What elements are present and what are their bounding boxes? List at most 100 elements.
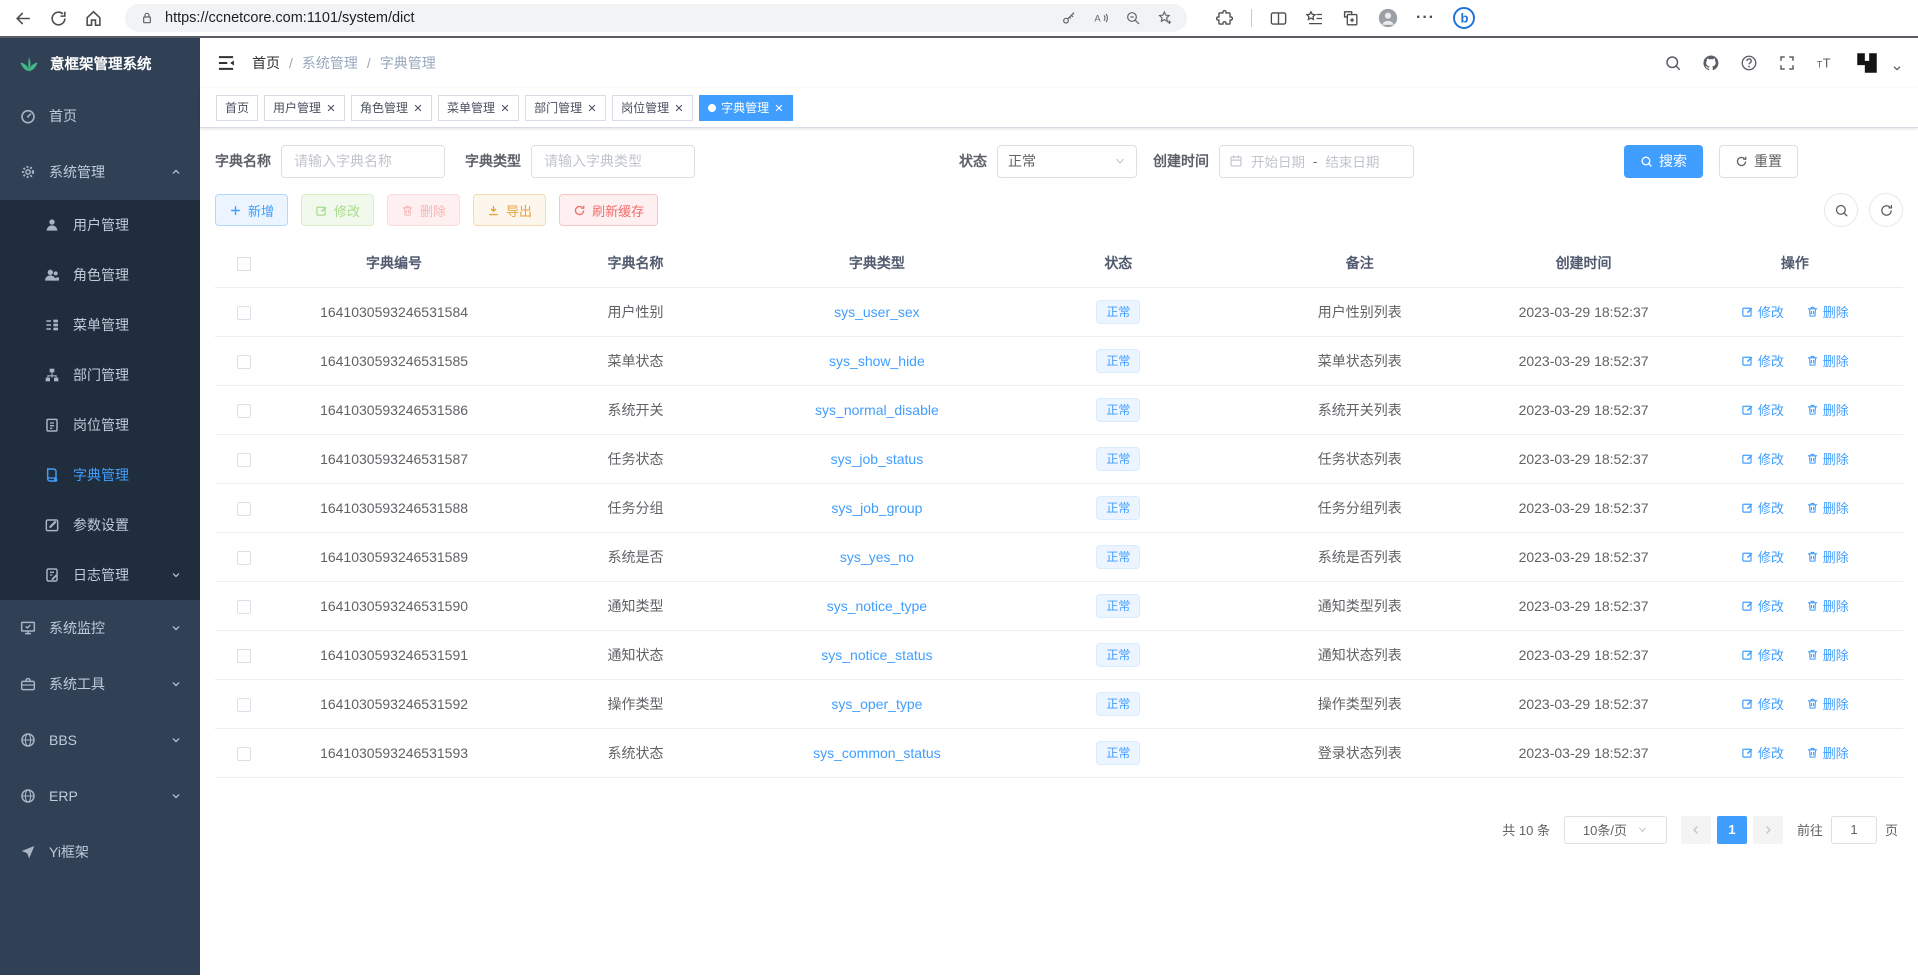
row-delete-link[interactable]: 删除 xyxy=(1806,645,1849,664)
sidebar-item-bbs[interactable]: BBS xyxy=(0,712,200,768)
home-icon[interactable] xyxy=(84,9,103,28)
sidebar-item-user-mgmt[interactable]: 用户管理 xyxy=(0,200,200,250)
next-page-button[interactable] xyxy=(1753,816,1783,844)
dict-type-link[interactable]: sys_common_status xyxy=(813,745,941,761)
sidebar-item-dict-mgmt[interactable]: 字典管理 xyxy=(0,450,200,500)
tab-user-mgmt[interactable]: 用户管理 xyxy=(264,95,345,121)
fullscreen-icon[interactable] xyxy=(1778,54,1796,72)
row-checkbox[interactable] xyxy=(237,453,251,467)
row-edit-link[interactable]: 修改 xyxy=(1741,351,1784,370)
url-text[interactable]: https://ccnetcore.com:1101/system/dict xyxy=(165,10,1051,26)
zoom-out-icon[interactable] xyxy=(1125,10,1141,26)
sidebar-item-home[interactable]: 首页 xyxy=(0,88,200,144)
select-all-checkbox[interactable] xyxy=(237,257,251,271)
dict-type-link[interactable]: sys_notice_status xyxy=(821,647,932,663)
breadcrumb-system[interactable]: 系统管理 xyxy=(302,53,358,73)
add-button[interactable]: 新增 xyxy=(215,194,288,226)
bing-chat-icon[interactable]: b xyxy=(1452,6,1476,30)
row-edit-link[interactable]: 修改 xyxy=(1741,449,1784,468)
tab-home[interactable]: 首页 xyxy=(216,95,258,121)
extensions-icon[interactable] xyxy=(1215,9,1234,28)
chevron-down-icon[interactable] xyxy=(1892,63,1902,73)
prev-page-button[interactable] xyxy=(1681,816,1711,844)
row-edit-link[interactable]: 修改 xyxy=(1741,547,1784,566)
dict-type-link[interactable]: sys_oper_type xyxy=(831,696,922,712)
row-edit-link[interactable]: 修改 xyxy=(1741,400,1784,419)
dict-type-link[interactable]: sys_yes_no xyxy=(840,549,914,565)
password-key-icon[interactable] xyxy=(1061,10,1077,26)
close-icon[interactable] xyxy=(326,103,336,113)
sidebar-item-system[interactable]: 系统管理 xyxy=(0,144,200,200)
dict-type-link[interactable]: sys_notice_type xyxy=(827,598,927,614)
profile-avatar[interactable] xyxy=(1377,7,1399,29)
row-edit-link[interactable]: 修改 xyxy=(1741,743,1784,762)
dict-type-link[interactable]: sys_normal_disable xyxy=(815,402,939,418)
browser-menu-icon[interactable]: ··· xyxy=(1416,9,1435,27)
sidebar-item-menu-mgmt[interactable]: 菜单管理 xyxy=(0,300,200,350)
sidebar-item-dept-mgmt[interactable]: 部门管理 xyxy=(0,350,200,400)
row-checkbox[interactable] xyxy=(237,502,251,516)
row-delete-link[interactable]: 删除 xyxy=(1806,547,1849,566)
tab-dept-mgmt[interactable]: 部门管理 xyxy=(525,95,606,121)
row-delete-link[interactable]: 删除 xyxy=(1806,596,1849,615)
breadcrumb-home[interactable]: 首页 xyxy=(252,53,280,73)
reload-icon[interactable] xyxy=(49,9,68,28)
tab-dict-mgmt[interactable]: 字典管理 xyxy=(699,95,793,121)
tab-post-mgmt[interactable]: 岗位管理 xyxy=(612,95,693,121)
edit-button[interactable]: 修改 xyxy=(301,194,374,226)
row-delete-link[interactable]: 删除 xyxy=(1806,694,1849,713)
split-screen-icon[interactable] xyxy=(1269,9,1288,28)
close-icon[interactable] xyxy=(587,103,597,113)
date-range-picker[interactable]: 开始日期 - 结束日期 xyxy=(1219,145,1414,178)
row-delete-link[interactable]: 删除 xyxy=(1806,400,1849,419)
yi-logo-icon[interactable] xyxy=(1854,50,1880,76)
dict-type-link[interactable]: sys_job_status xyxy=(831,451,924,467)
row-delete-link[interactable]: 删除 xyxy=(1806,302,1849,321)
close-icon[interactable] xyxy=(774,103,784,113)
dict-type-input[interactable] xyxy=(531,145,695,178)
sidebar-item-log-mgmt[interactable]: 日志管理 xyxy=(0,550,200,600)
reset-button[interactable]: 重置 xyxy=(1719,145,1798,178)
close-icon[interactable] xyxy=(500,103,510,113)
end-date-placeholder[interactable]: 结束日期 xyxy=(1325,151,1379,171)
collections-icon[interactable] xyxy=(1341,9,1360,28)
sidebar-item-param-settings[interactable]: 参数设置 xyxy=(0,500,200,550)
row-delete-link[interactable]: 删除 xyxy=(1806,449,1849,468)
row-checkbox[interactable] xyxy=(237,649,251,663)
row-checkbox[interactable] xyxy=(237,551,251,565)
row-delete-link[interactable]: 删除 xyxy=(1806,743,1849,762)
row-edit-link[interactable]: 修改 xyxy=(1741,498,1784,517)
dict-type-link[interactable]: sys_job_group xyxy=(831,500,922,516)
search-button[interactable]: 搜索 xyxy=(1624,145,1703,178)
row-checkbox[interactable] xyxy=(237,355,251,369)
row-delete-link[interactable]: 删除 xyxy=(1806,498,1849,517)
delete-button[interactable]: 删除 xyxy=(387,194,460,226)
sidebar-collapse-icon[interactable] xyxy=(216,53,236,73)
header-search-icon[interactable] xyxy=(1664,54,1682,72)
row-delete-link[interactable]: 删除 xyxy=(1806,351,1849,370)
dict-type-link[interactable]: sys_user_sex xyxy=(834,304,920,320)
read-aloud-icon[interactable]: A xyxy=(1093,10,1109,26)
export-button[interactable]: 导出 xyxy=(473,194,546,226)
sidebar-item-erp[interactable]: ERP xyxy=(0,768,200,824)
refresh-cache-button[interactable]: 刷新缓存 xyxy=(559,194,658,226)
github-icon[interactable] xyxy=(1702,54,1720,72)
row-edit-link[interactable]: 修改 xyxy=(1741,596,1784,615)
row-checkbox[interactable] xyxy=(237,306,251,320)
start-date-placeholder[interactable]: 开始日期 xyxy=(1251,151,1305,171)
close-icon[interactable] xyxy=(413,103,423,113)
app-logo[interactable]: 意框架管理系统 xyxy=(0,38,200,88)
address-bar[interactable]: https://ccnetcore.com:1101/system/dict A xyxy=(125,4,1187,32)
row-edit-link[interactable]: 修改 xyxy=(1741,645,1784,664)
sidebar-item-role-mgmt[interactable]: 角色管理 xyxy=(0,250,200,300)
refresh-table-button[interactable] xyxy=(1869,193,1903,227)
text-size-icon[interactable]: TT xyxy=(1816,54,1834,72)
row-checkbox[interactable] xyxy=(237,600,251,614)
tab-menu-mgmt[interactable]: 菜单管理 xyxy=(438,95,519,121)
row-checkbox[interactable] xyxy=(237,747,251,761)
page-size-select[interactable]: 10条/页 xyxy=(1564,816,1667,844)
add-favorite-star-icon[interactable] xyxy=(1157,10,1173,26)
favorites-bar-icon[interactable] xyxy=(1305,9,1324,28)
sidebar-item-monitor[interactable]: 系统监控 xyxy=(0,600,200,656)
site-info-lock-icon[interactable] xyxy=(139,10,155,26)
